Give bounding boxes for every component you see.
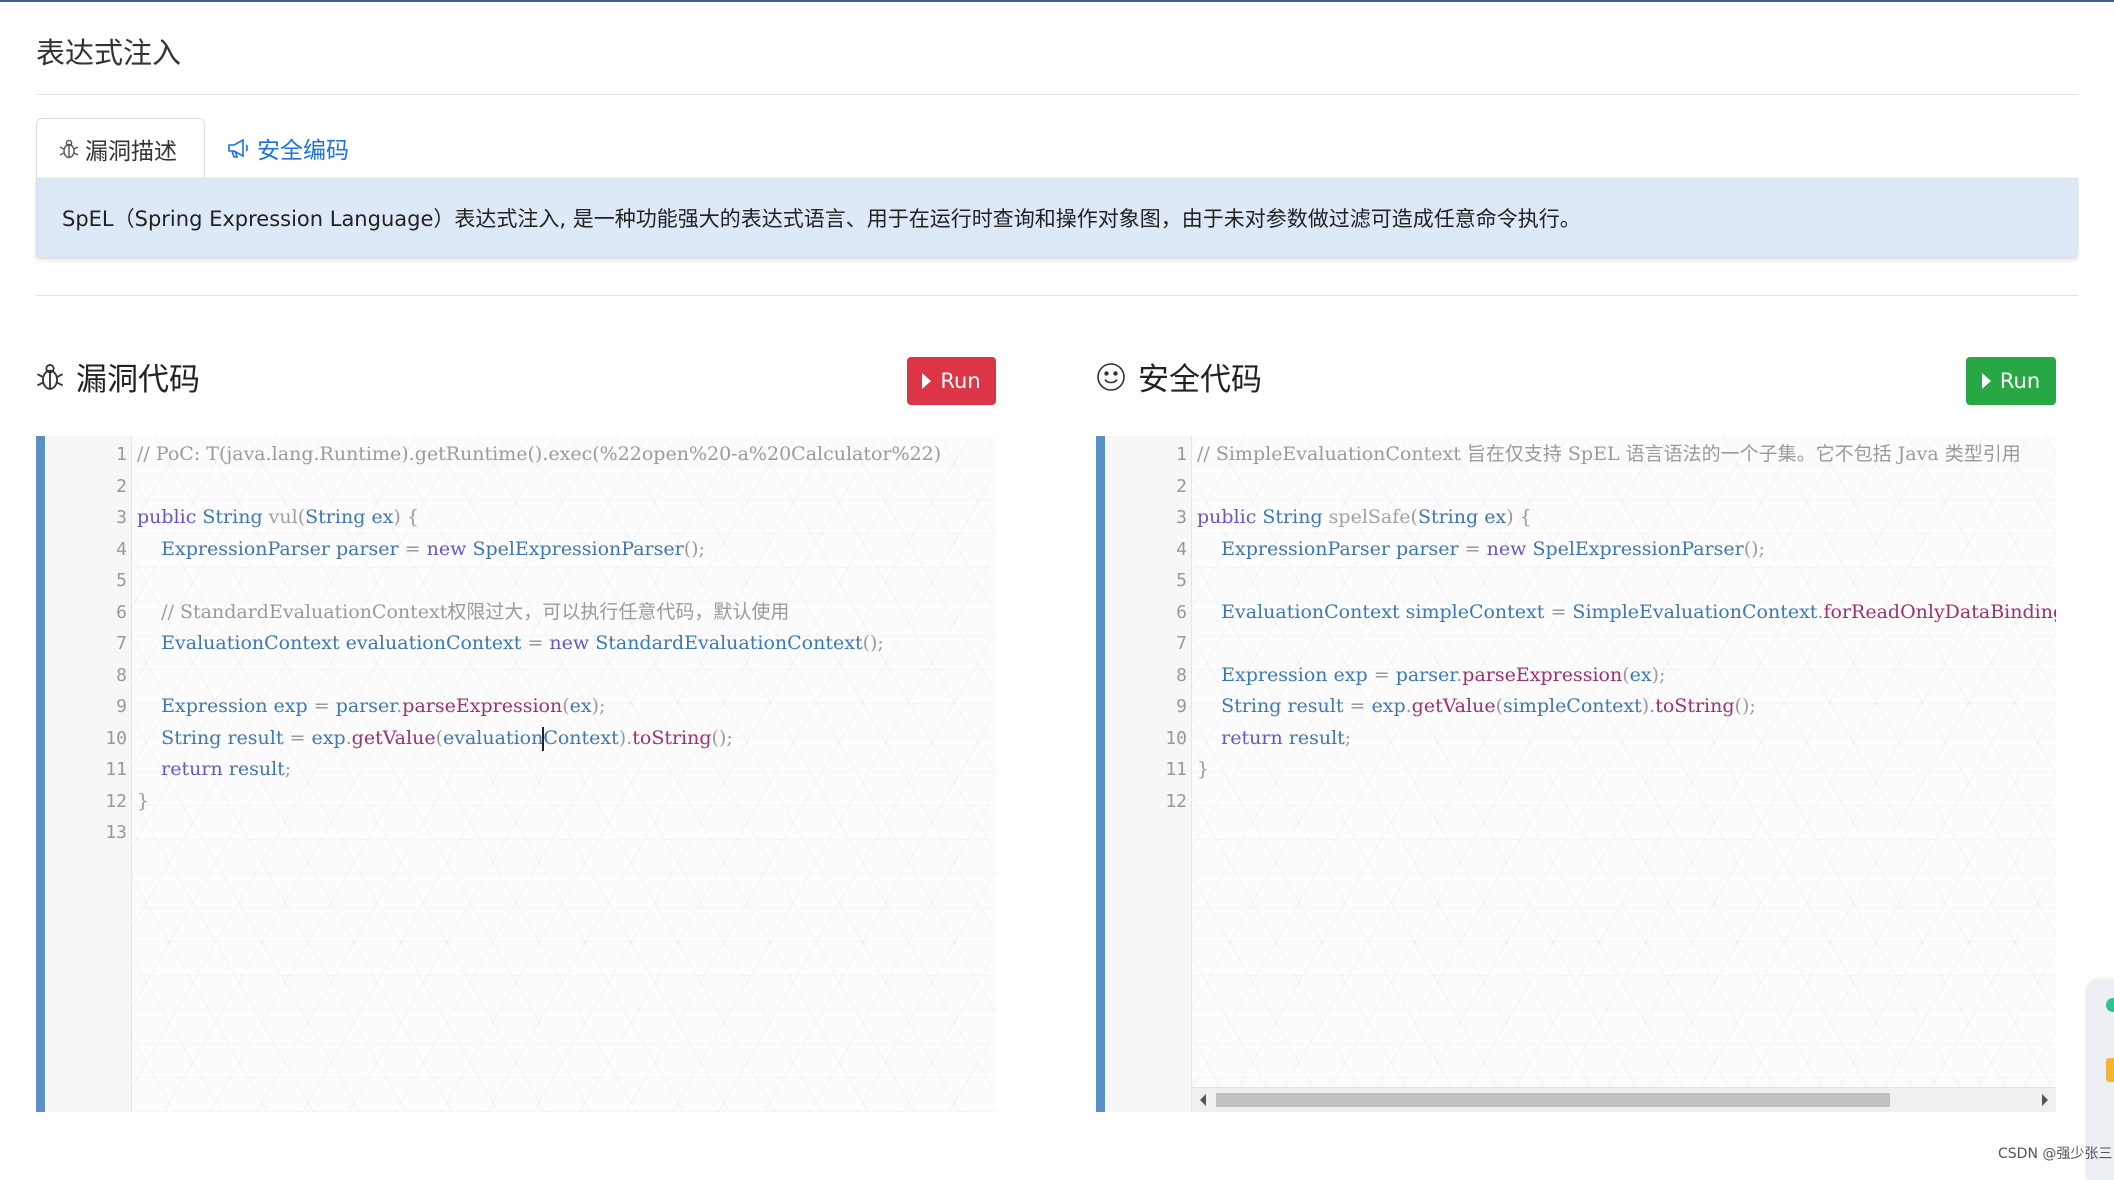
- line-number: 4: [116, 538, 127, 560]
- divider: [36, 94, 2078, 95]
- bug-icon: [36, 361, 64, 393]
- line-number: 9: [116, 696, 127, 717]
- play-icon: [922, 373, 932, 389]
- vuln-code-heading: 漏洞代码: [36, 354, 200, 399]
- line-number: 12: [105, 790, 127, 812]
- section-title: 漏洞代码: [76, 362, 200, 398]
- line-number: 6: [116, 601, 127, 623]
- smile-icon: [1096, 362, 1126, 392]
- safe-code-editor[interactable]: 1 2 3 4 5 6 7 8 9 10 11 12 // SimpleEval…: [1096, 436, 2056, 1112]
- scroll-right-icon[interactable]: [2042, 1094, 2048, 1106]
- code-line: }: [1197, 758, 1210, 780]
- code-line: return result;: [161, 758, 292, 780]
- bug-icon: [59, 138, 79, 160]
- line-number: 11: [1165, 759, 1187, 780]
- status-dot-icon: [2106, 998, 2114, 1012]
- code-line: ExpressionParser parser = new SpelExpres…: [1221, 537, 1765, 560]
- line-number: 2: [116, 475, 127, 497]
- run-label: Run: [1999, 369, 2041, 393]
- play-icon: [1981, 373, 1991, 389]
- code-line: public String vul(String ex) {: [137, 506, 419, 528]
- line-number-gutter: 1 2 3 4 5 6 7 8 9 10 11 12: [1105, 436, 1192, 1112]
- line-number: 2: [1176, 475, 1187, 497]
- line-number: 6: [1176, 601, 1187, 623]
- editor-accent-bar: [36, 436, 45, 1112]
- code-line: EvaluationContext evaluationContext = ne…: [161, 632, 884, 654]
- scrollbar-thumb[interactable]: [1216, 1093, 1890, 1107]
- line-number: 8: [1176, 664, 1187, 686]
- tab-label: 漏洞描述: [85, 138, 177, 165]
- tab-bar: 漏洞描述 安全编码: [36, 118, 2078, 178]
- megaphone-icon: [227, 138, 251, 158]
- run-safe-button[interactable]: Run: [1966, 357, 2056, 405]
- vuln-code-editor[interactable]: 1 2 3 4 5 6 7 8 9 10 11 12 13 // PoC: T(…: [36, 436, 996, 1112]
- line-number: 9: [1176, 696, 1187, 717]
- line-number: 12: [1165, 790, 1187, 812]
- code-line: return result;: [1221, 726, 1352, 749]
- run-vuln-button[interactable]: Run: [907, 357, 996, 405]
- code-line: // StandardEvaluationContext权限过大，可以执行任意代…: [161, 600, 790, 623]
- code-line: Expression exp = parser.parseExpression(…: [161, 695, 606, 717]
- line-number-gutter: 1 2 3 4 5 6 7 8 9 10 11 12 13: [45, 436, 132, 1112]
- line-number: 3: [116, 507, 127, 528]
- line-number: 5: [1176, 570, 1187, 591]
- code-line: EvaluationContext simpleContext = Simple…: [1221, 600, 2056, 623]
- line-number: 8: [116, 664, 127, 686]
- safe-code-heading: 安全代码: [1096, 354, 1262, 399]
- line-number: 5: [116, 570, 127, 591]
- code-line: String result = exp.getValue(simpleConte…: [1221, 695, 1756, 717]
- horizontal-scrollbar[interactable]: [1192, 1087, 2056, 1112]
- line-number: 10: [1165, 727, 1187, 749]
- code-line: public String spelSafe(String ex) {: [1197, 506, 1532, 528]
- page-title: 表达式注入: [36, 36, 182, 70]
- code-line: Expression exp = parser.parseExpression(…: [1221, 663, 1666, 686]
- code-line: }: [137, 789, 150, 812]
- run-label: Run: [940, 369, 981, 393]
- line-number: 3: [1176, 507, 1187, 528]
- divider: [36, 295, 2078, 296]
- code-line: // SimpleEvaluationContext 旨在仅支持 SpEL 语言…: [1197, 443, 2021, 465]
- section-title: 安全代码: [1138, 362, 1262, 398]
- code-line: String result = exp.getValue(evaluationC…: [161, 726, 733, 751]
- line-number: 11: [105, 759, 127, 780]
- scroll-left-icon[interactable]: [1200, 1094, 1206, 1106]
- line-number: 4: [1176, 538, 1187, 560]
- watermark: CSDN @强少张三: [1998, 1146, 2113, 1162]
- line-number: 1: [116, 444, 127, 465]
- widget-icon: [2106, 1058, 2114, 1082]
- line-number: 1: [1176, 444, 1187, 465]
- line-number: 10: [105, 727, 127, 749]
- top-border: [0, 0, 2114, 2]
- tab-secure-coding[interactable]: 安全编码: [227, 118, 349, 178]
- code-line: ExpressionParser parser = new SpelExpres…: [161, 537, 705, 560]
- editor-accent-bar: [1096, 436, 1105, 1112]
- tab-vuln-description[interactable]: 漏洞描述: [36, 118, 205, 178]
- description-text: SpEL（Spring Expression Language）表达式注入, 是…: [62, 207, 1581, 231]
- line-number: 7: [116, 633, 127, 654]
- tab-label: 安全编码: [257, 138, 349, 164]
- code-line: // PoC: T(java.lang.Runtime).getRuntime(…: [137, 443, 942, 465]
- description-panel: SpEL（Spring Expression Language）表达式注入, 是…: [36, 178, 2078, 258]
- text-cursor: [542, 726, 545, 751]
- line-number: 7: [1176, 633, 1187, 654]
- line-number: 13: [105, 822, 127, 843]
